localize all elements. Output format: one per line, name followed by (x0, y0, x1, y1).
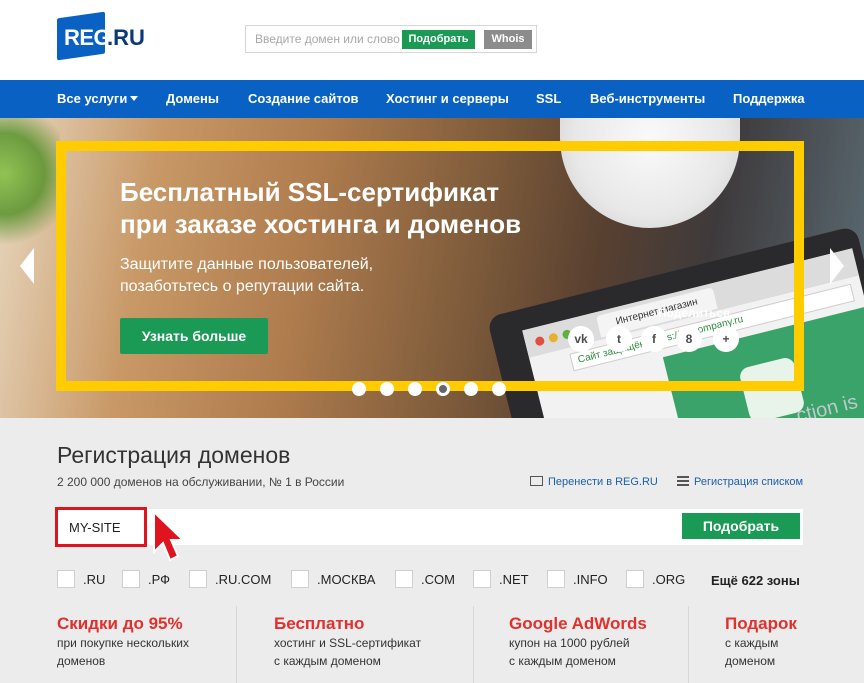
domain-registration-subtitle: 2 200 000 доменов на обслуживании, № 1 в… (57, 475, 345, 489)
nav-item-ssl[interactable]: SSL (536, 80, 561, 118)
transfer-link-label: Перенести в REG.RU (548, 476, 658, 488)
promo-discount[interactable]: Скидки до 95% при покупке нескольких дом… (57, 614, 189, 670)
bulk-link-label: Регистрация списком (694, 476, 804, 488)
promo-line: с каждым доменом (509, 654, 616, 668)
prev-slide-icon[interactable] (20, 248, 34, 284)
promo-gift[interactable]: Подарок с каждым доменом (725, 614, 797, 670)
zone-label: .RU.COM (215, 572, 272, 587)
promo-line: с каждым (725, 636, 779, 650)
plus-icon[interactable]: + (713, 326, 739, 352)
domain-registration-title: Регистрация доменов (57, 442, 291, 468)
promo-banner: Интернет-магазин Сайт защищёнhttps://myc… (0, 118, 864, 418)
share-label: Поделиться (658, 306, 731, 320)
zone-label: .NET (499, 572, 529, 587)
checkbox[interactable] (189, 570, 207, 588)
checkbox[interactable] (626, 570, 644, 588)
promo-free[interactable]: Бесплатно хостинг и SSL-сертификат с каж… (274, 614, 421, 670)
checkbox[interactable] (291, 570, 309, 588)
transfer-link[interactable]: Перенести в REG.RU (530, 476, 658, 488)
nav-item-support[interactable]: Поддержка (733, 80, 805, 118)
odnoklassniki-icon[interactable]: 8 (676, 326, 702, 352)
nav-item-all-services[interactable]: Все услуги (57, 80, 139, 118)
list-icon (677, 476, 689, 486)
slide-dot[interactable] (380, 382, 394, 396)
domain-search-input[interactable] (246, 26, 402, 52)
banner-plant (0, 118, 60, 258)
promo-head: Бесплатно (274, 614, 365, 633)
promo-line: при покупке нескольких (57, 636, 189, 650)
twitter-icon[interactable]: t (606, 326, 632, 352)
slide-dot-active[interactable] (436, 382, 450, 396)
banner-subtitle-line: позаботьтесь о репутации сайта. (120, 278, 365, 295)
learn-more-button[interactable]: Узнать больше (120, 318, 268, 354)
whois-button[interactable]: Whois (484, 30, 532, 49)
slide-dot[interactable] (408, 382, 422, 396)
zone-label: .RU (83, 572, 106, 587)
banner-title: Бесплатный SSL-сертификат при заказе хос… (120, 176, 560, 240)
slide-dot[interactable] (492, 382, 506, 396)
banner-title-line: при заказе хостинга и доменов (120, 209, 522, 239)
facebook-icon[interactable]: f (641, 326, 667, 352)
domain-search-button[interactable]: Подобрать (682, 513, 800, 539)
logo-text: REG (64, 25, 111, 50)
nav-item-web-tools[interactable]: Веб-инструменты (590, 80, 705, 118)
promo-head: Подарок (725, 614, 797, 633)
input-highlight-box (55, 507, 147, 547)
checkbox[interactable] (473, 570, 491, 588)
slide-dot[interactable] (352, 382, 366, 396)
banner-subtitle-line: Защитите данные пользователей, (120, 256, 374, 273)
vk-icon[interactable]: vk (568, 326, 594, 352)
promo-line: хостинг и SSL-сертификат (274, 636, 422, 650)
logo-suffix: .RU (107, 25, 145, 50)
checkbox[interactable] (395, 570, 413, 588)
zone-label: .МОСКВА (317, 572, 376, 587)
regru-logo[interactable]: REG .RU (57, 11, 167, 61)
more-zones-link[interactable]: Ещё 622 зоны (711, 573, 800, 588)
pointer-arrow-icon (153, 509, 186, 562)
checkbox[interactable] (122, 570, 140, 588)
nav-item-domains[interactable]: Домены (166, 80, 219, 118)
domain-name-input[interactable] (57, 509, 657, 545)
promo-head: Скидки до 95% (57, 614, 183, 633)
nav-label: Все услуги (57, 91, 128, 106)
chevron-down-icon (130, 96, 139, 101)
header-search: Подобрать Whois (245, 25, 537, 53)
divider (236, 606, 237, 683)
next-slide-icon[interactable] (830, 248, 844, 284)
header-search-button[interactable]: Подобрать (402, 30, 475, 49)
promo-adwords[interactable]: Google AdWords купон на 1000 рублей с ка… (509, 614, 647, 670)
nav-item-hosting[interactable]: Хостинг и серверы (386, 80, 509, 118)
banner-title-line: Бесплатный SSL-сертификат (120, 177, 500, 207)
checkbox[interactable] (57, 570, 75, 588)
banner-subtitle: Защитите данные пользователей, позаботьт… (120, 254, 420, 298)
site-header: REG .RU Подобрать Whois (0, 0, 864, 80)
promo-line: купон на 1000 рублей (509, 636, 630, 650)
promo-line: с каждым доменом (274, 654, 381, 668)
promo-line: доменов (57, 654, 106, 668)
checkbox[interactable] (547, 570, 565, 588)
promo-head: Google AdWords (509, 614, 647, 633)
divider (688, 606, 689, 683)
transfer-icon (530, 476, 543, 486)
promo-line: доменом (725, 654, 776, 668)
main-nav: Все услуги Домены Создание сайтов Хостин… (0, 80, 864, 118)
zone-label: .COM (421, 572, 455, 587)
zone-label: .РФ (148, 572, 171, 587)
bulk-registration-link[interactable]: Регистрация списком (677, 476, 803, 488)
slide-dot[interactable] (464, 382, 478, 396)
zone-label: .ORG (652, 572, 686, 587)
divider (473, 606, 474, 683)
zone-label: .INFO (573, 572, 608, 587)
nav-item-site-builder[interactable]: Создание сайтов (248, 80, 359, 118)
